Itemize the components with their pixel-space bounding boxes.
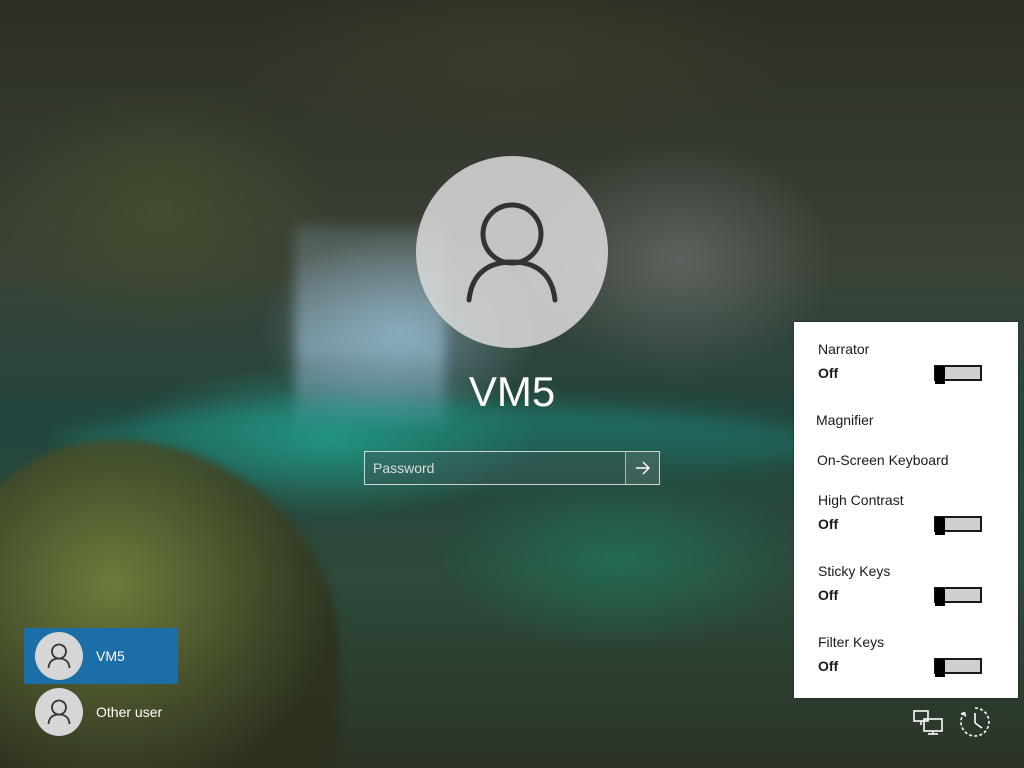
user-item-label: Other user <box>96 704 163 720</box>
user-silhouette-icon <box>47 643 71 669</box>
toggle-knob <box>935 659 945 677</box>
toggle-state-label: Off <box>818 365 839 381</box>
ease-item-label: Magnifier <box>816 412 874 428</box>
high-contrast-toggle[interactable] <box>934 516 982 535</box>
ease-item-narrator[interactable]: Narrator Off <box>818 341 994 387</box>
toggle-knob <box>935 366 945 384</box>
ease-item-label: Sticky Keys <box>818 563 891 579</box>
narrator-toggle[interactable] <box>934 365 982 384</box>
ease-item-magnifier[interactable]: Magnifier <box>816 412 994 432</box>
user-avatar-large <box>416 156 608 348</box>
toggle-knob <box>935 588 945 606</box>
avatar <box>35 688 83 736</box>
user-item-vm5[interactable]: VM5 <box>24 628 178 684</box>
ease-item-sticky-keys[interactable]: Sticky Keys Off <box>818 563 994 609</box>
toggle-state-label: Off <box>818 658 839 674</box>
lock-screen-background: VM5 VM5 Other user Narrator Off Magnifie… <box>0 0 1024 768</box>
sticky-keys-toggle[interactable] <box>934 587 982 606</box>
ease-of-access-icon <box>960 707 990 737</box>
password-input[interactable] <box>365 452 625 484</box>
ease-of-access-panel: Narrator Off Magnifier On-Screen Keyboar… <box>794 322 1018 698</box>
user-list: VM5 Other user <box>24 628 178 740</box>
user-silhouette-icon <box>466 202 558 303</box>
password-field-container <box>364 451 660 485</box>
user-item-other-user[interactable]: Other user <box>24 684 178 740</box>
toggle-state-label: Off <box>818 516 839 532</box>
ease-item-label: Filter Keys <box>818 634 885 650</box>
toggle-knob <box>935 517 945 535</box>
user-silhouette-icon <box>47 699 71 725</box>
current-user-name: VM5 <box>468 368 556 415</box>
ease-item-label: High Contrast <box>818 492 904 508</box>
avatar <box>35 632 83 680</box>
network-button[interactable] <box>910 704 946 740</box>
sign-in-submit-button[interactable] <box>625 452 659 484</box>
network-icon <box>913 710 943 735</box>
toggle-state-label: Off <box>818 587 839 603</box>
ease-of-access-button[interactable] <box>957 704 993 740</box>
filter-keys-toggle[interactable] <box>934 658 982 677</box>
arrow-right-icon <box>635 461 650 475</box>
ease-item-filter-keys[interactable]: Filter Keys Off <box>818 634 994 680</box>
ease-item-high-contrast[interactable]: High Contrast Off <box>818 492 994 538</box>
ease-item-on-screen-keyboard[interactable]: On-Screen Keyboard <box>817 452 994 472</box>
ease-item-label: On-Screen Keyboard <box>817 452 949 468</box>
user-item-label: VM5 <box>96 648 125 664</box>
ease-item-label: Narrator <box>818 341 870 357</box>
